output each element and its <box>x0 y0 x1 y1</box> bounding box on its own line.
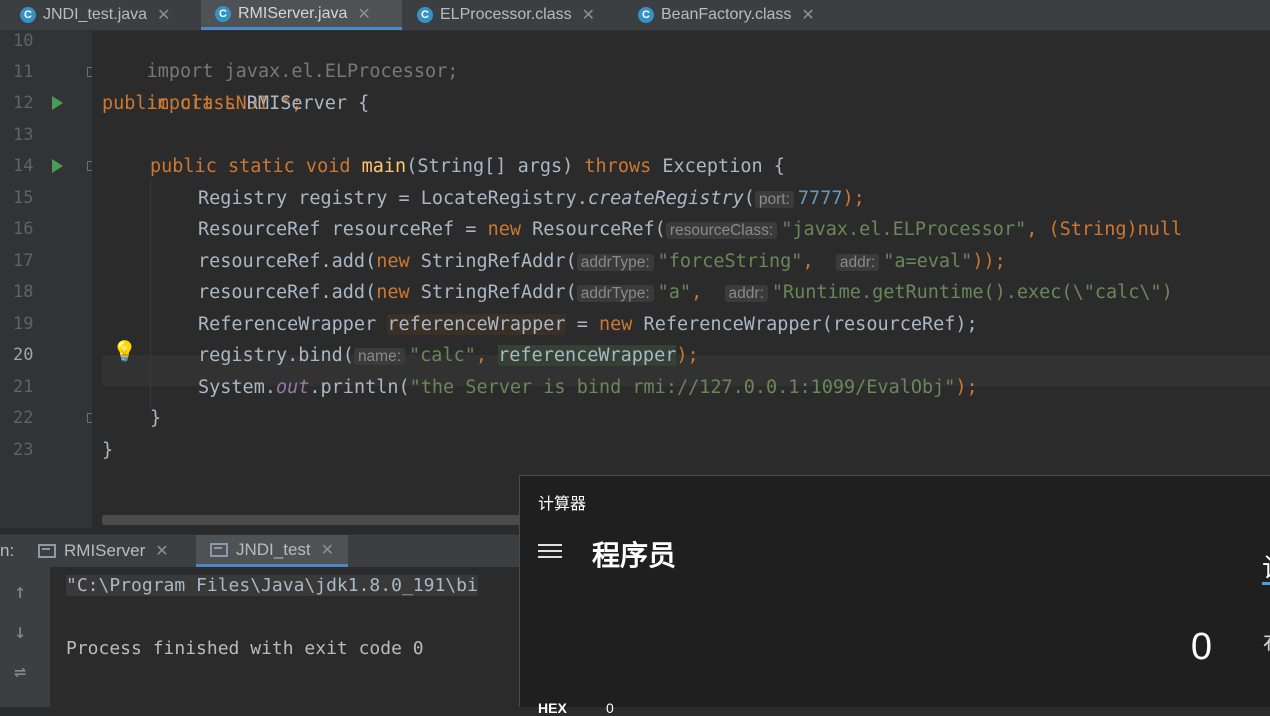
line-number: 22 <box>13 408 34 428</box>
run-panel-label: n: <box>0 541 15 560</box>
calculator-title: 计算器 <box>538 496 587 513</box>
code-editor[interactable]: import javax.el.ELProcessor; import LNDI… <box>92 31 1270 528</box>
code-line-23: } <box>102 440 114 461</box>
run-gutter-icon[interactable] <box>52 96 63 110</box>
arrow-up-icon[interactable]: ↑ <box>14 579 26 603</box>
console-icon <box>210 542 228 557</box>
editor-tab-bar: C JNDI_test.java ✕ C RMIServer.java ✕ C … <box>0 0 1270 31</box>
code-line-17: resourceRef.add(new StringRefAddr(addrTy… <box>198 251 1006 272</box>
code-line-20: registry.bind(name: "calc", referenceWrap… <box>198 345 699 366</box>
line-number: 15 <box>13 188 34 208</box>
calculator-edge-glyph: 计 <box>1262 548 1270 585</box>
code-line-11: import LNDI.*; <box>146 93 303 114</box>
indent-guide <box>150 179 151 414</box>
horizontal-scrollbar[interactable] <box>102 515 522 525</box>
hex-label[interactable]: HEX <box>538 700 567 716</box>
param-hint: resourceClass: <box>665 222 778 239</box>
line-number: 17 <box>13 251 34 271</box>
tab-label: JNDI_test.java <box>43 6 148 23</box>
hamburger-menu-icon[interactable] <box>538 544 562 562</box>
close-icon[interactable]: ✕ <box>157 5 170 25</box>
run-tab-jndi-test[interactable]: JNDI_test ✕ <box>196 535 349 567</box>
close-icon[interactable]: ✕ <box>801 5 814 25</box>
tab-label: RMIServer.java <box>238 4 348 22</box>
console-exit-line: Process finished with exit code 0 <box>66 638 424 659</box>
param-hint: port: <box>754 191 794 208</box>
param-hint: addrType: <box>576 254 654 271</box>
line-number: 20 <box>13 345 34 365</box>
param-hint: addr: <box>724 285 768 302</box>
class-file-icon: C <box>417 7 433 23</box>
code-line-16: ResourceRef resourceRef = new ResourceRe… <box>198 219 1183 240</box>
close-icon[interactable]: ✕ <box>155 541 168 561</box>
code-line-19: ReferenceWrapper referenceWrapper = new … <box>198 314 978 335</box>
editor-gutter: 10 11 12 13 14 15 16 17 18 19 20 21 22 2… <box>0 31 97 528</box>
close-icon[interactable]: ✕ <box>321 540 334 560</box>
run-gutter-icon[interactable] <box>52 159 63 173</box>
console-icon <box>38 544 56 558</box>
code-line-10: import javax.el.ELProcessor; <box>146 61 459 82</box>
param-hint: addrType: <box>576 285 654 302</box>
line-number: 18 <box>13 282 34 302</box>
run-toolbar: ↑ ↓ ⇌ <box>0 567 50 707</box>
line-number: 16 <box>13 219 34 239</box>
java-file-icon: C <box>20 7 36 23</box>
run-tab-rmiserver[interactable]: RMIServer ✕ <box>26 535 181 567</box>
calculator-display: 0 <box>1190 626 1212 668</box>
code-line-12: public class RMIServer { <box>102 93 370 114</box>
tab-rmiserver[interactable]: C RMIServer.java ✕ <box>201 0 402 30</box>
class-file-icon: C <box>638 7 654 23</box>
line-number: 13 <box>13 125 34 145</box>
line-number: 23 <box>13 440 34 460</box>
line-number: 11 <box>13 62 34 82</box>
param-hint: name: <box>353 348 406 365</box>
arrow-down-icon[interactable]: ↓ <box>14 619 26 643</box>
calculator-window[interactable]: 计算器 程序员 0 计 布 HEX 0 <box>519 475 1270 716</box>
lightbulb-icon[interactable]: 💡 <box>112 339 137 363</box>
param-hint: addr: <box>835 254 880 271</box>
hex-value: 0 <box>606 700 614 716</box>
code-line-21: System.out.println("the Server is bind r… <box>198 377 978 398</box>
calculator-mode: 程序员 <box>592 540 677 571</box>
calculator-edge-glyph: 布 <box>1263 626 1270 658</box>
code-line-18: resourceRef.add(new StringRefAddr(addrTy… <box>198 282 1173 303</box>
java-file-icon: C <box>215 5 231 22</box>
tab-elprocessor[interactable]: C ELProcessor.class ✕ <box>403 0 623 30</box>
close-icon[interactable]: ✕ <box>582 5 595 25</box>
tab-beanfactory[interactable]: C BeanFactory.class ✕ <box>624 0 848 30</box>
code-line-22: } <box>150 408 162 429</box>
line-number: 10 <box>13 31 34 51</box>
tab-jndi-test[interactable]: C JNDI_test.java ✕ <box>0 0 200 30</box>
line-number: 21 <box>13 377 34 397</box>
code-line-14: public static void main(String[] args) t… <box>150 156 785 177</box>
line-number: 14 <box>13 156 34 176</box>
tab-label: BeanFactory.class <box>661 6 792 23</box>
line-number: 12 <box>13 93 34 113</box>
code-line-15: Registry registry = LocateRegistry.creat… <box>198 188 865 209</box>
tab-label: ELProcessor.class <box>440 6 572 23</box>
close-icon[interactable]: ✕ <box>357 4 370 24</box>
line-number: 19 <box>13 314 34 334</box>
console-command-line: "C:\Program Files\Java\jdk1.8.0_191\bi <box>66 575 478 596</box>
soft-wrap-icon[interactable]: ⇌ <box>14 659 26 683</box>
